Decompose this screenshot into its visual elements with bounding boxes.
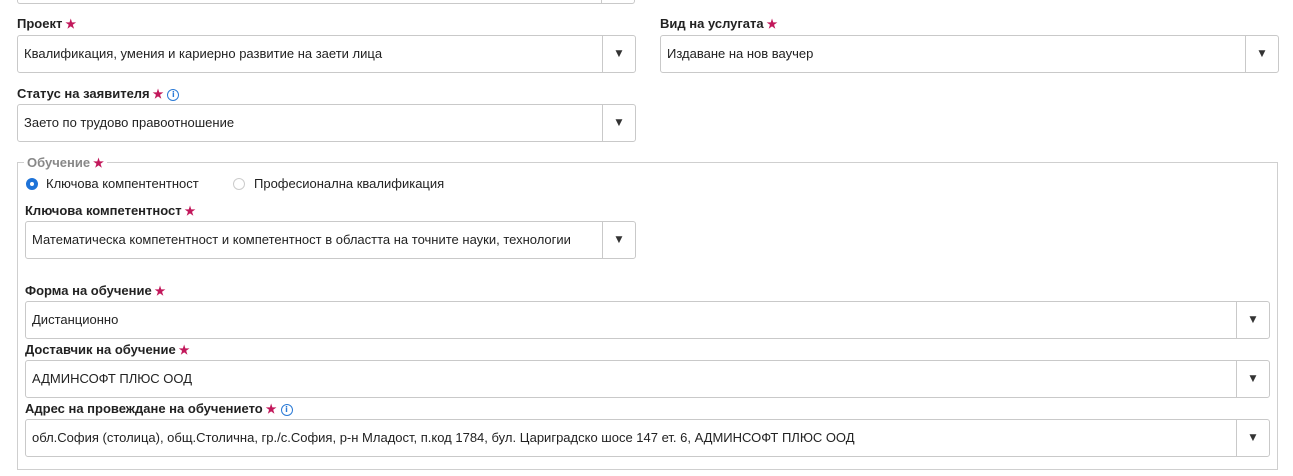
provider-label: Доставчик на обучение ★ [25,342,190,357]
training-legend: Обучение ★ [24,155,107,170]
required-star-icon: ★ [265,402,277,416]
project-label-text: Проект [17,16,63,31]
provider-label-text: Доставчик на обучение [25,342,176,357]
key-competence-label-text: Ключова компетентност [25,203,182,218]
provider-select[interactable]: АДМИНСОФТ ПЛЮС ООД ▼ [25,360,1270,398]
service-type-select[interactable]: Издаване на нов ваучер ▼ [660,35,1279,73]
required-star-icon: ★ [766,17,778,31]
required-star-icon: ★ [93,156,104,170]
radio-key-competence[interactable] [26,178,38,190]
project-select[interactable]: Квалификация, умения и кариерно развитие… [17,35,636,73]
key-competence-label: Ключова компетентност ★ [25,203,195,218]
address-select[interactable]: обл.София (столица), общ.Столична, гр./с… [25,419,1270,457]
training-form-label: Форма на обучение ★ [25,283,165,298]
required-star-icon: ★ [152,87,164,101]
required-star-icon: ★ [65,17,77,31]
service-type-select-value: Издаване на нов ваучер [667,46,814,61]
address-label-text: Адрес на провеждане на обучението [25,401,263,416]
required-star-icon: ★ [184,204,196,218]
chevron-down-icon[interactable]: ▼ [1236,302,1269,338]
key-competence-select-value: Математическа компетентност и компетентн… [32,232,571,247]
training-form-select-value: Дистанционно [32,312,119,327]
applicant-status-select[interactable]: Заето по трудово правоотношение ▼ [17,104,636,142]
radio-key-competence-label[interactable]: Ключова компентентност [46,176,199,191]
provider-select-value: АДМИНСОФТ ПЛЮС ООД [32,371,192,386]
chevron-down-icon[interactable]: ▼ [1236,420,1269,456]
chevron-down-icon[interactable]: ▼ [1236,361,1269,397]
chevron-down-icon[interactable]: ▼ [602,222,635,258]
required-star-icon: ★ [154,284,166,298]
service-type-label: Вид на услугата ★ [660,16,777,31]
applicant-status-label: Статус на заявителя ★ i [17,86,180,101]
project-label: Проект ★ [17,16,76,31]
chevron-down-icon[interactable]: ▼ [602,105,635,141]
training-form-select[interactable]: Дистанционно ▼ [25,301,1270,339]
training-form-label-text: Форма на обучение [25,283,152,298]
radio-professional-qualification[interactable] [233,178,245,190]
address-select-value: обл.София (столица), общ.Столична, гр./с… [32,430,855,445]
chevron-down-icon[interactable]: ▼ [1245,36,1278,72]
applicant-status-select-value: Заето по трудово правоотношение [24,115,235,130]
radio-professional-qualification-label[interactable]: Професионална квалификация [254,176,444,191]
chevron-down-icon[interactable]: ▼ [602,36,635,72]
applicant-status-label-text: Статус на заявителя [17,86,150,101]
address-label: Адрес на провеждане на обучението ★ i [25,401,293,416]
previous-select-bottom [17,0,635,4]
service-type-label-text: Вид на услугата [660,16,764,31]
key-competence-select[interactable]: Математическа компетентност и компетентн… [25,221,636,259]
training-legend-text: Обучение [27,155,91,170]
project-select-value: Квалификация, умения и кариерно развитие… [24,46,383,61]
required-star-icon: ★ [178,343,190,357]
info-icon[interactable]: i [167,89,180,101]
info-icon[interactable]: i [280,404,293,416]
